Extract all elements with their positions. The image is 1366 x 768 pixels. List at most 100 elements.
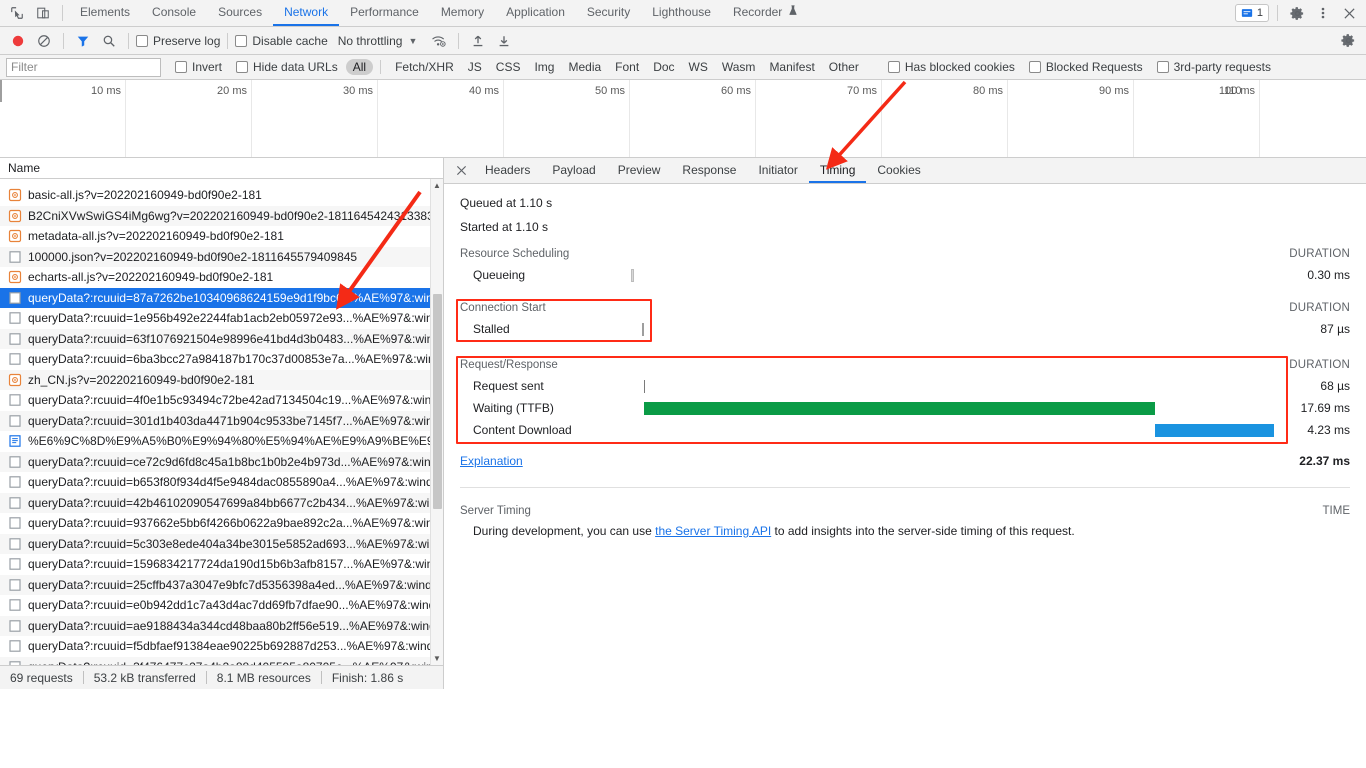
message-badge[interactable]: 1 xyxy=(1235,4,1269,22)
request-row[interactable]: B2CniXVwSwiGS4iMg6wg?v=202202160949-bd0f… xyxy=(0,206,443,227)
network-conditions-icon[interactable] xyxy=(427,30,451,52)
request-row[interactable]: queryData?:rcuuid=937662e5bb6f4266b0622a… xyxy=(0,513,443,534)
request-row[interactable]: queryData?:rcuuid=ce72c9d6fd8c45a1b8bc1b… xyxy=(0,452,443,473)
filter-type-img[interactable]: Img xyxy=(527,59,561,75)
detail-tab-response[interactable]: Response xyxy=(671,158,747,183)
scrollbar-thumb[interactable] xyxy=(433,294,442,509)
request-row[interactable]: queryData?:rcuuid=42b46102090547699a84bb… xyxy=(0,493,443,514)
disable-cache-checkbox[interactable]: Disable cache xyxy=(235,34,327,48)
detail-tab-cookies[interactable]: Cookies xyxy=(866,158,931,183)
request-row[interactable]: queryData?:rcuuid=1596834217724da190d15b… xyxy=(0,554,443,575)
request-row[interactable]: zh_CN.js?v=202202160949-bd0f90e2-181 xyxy=(0,370,443,391)
detail-tab-preview[interactable]: Preview xyxy=(607,158,672,183)
filter-type-other[interactable]: Other xyxy=(822,59,866,75)
request-row[interactable]: queryData?:rcuuid=301d1b403da4471b904c95… xyxy=(0,411,443,432)
request-row[interactable]: queryData?:rcuuid=6ba3bcc27a984187b170c3… xyxy=(0,349,443,370)
request-row[interactable]: queryData?:rcuuid=ae9188434a344cd48baa80… xyxy=(0,616,443,637)
filter-type-manifest[interactable]: Manifest xyxy=(762,59,821,75)
settings-gear-icon[interactable] xyxy=(1336,30,1360,52)
request-list-scrollbar[interactable]: ▲ ▼ xyxy=(430,179,443,665)
tab-console[interactable]: Console xyxy=(141,0,207,26)
record-button[interactable] xyxy=(6,30,30,52)
request-row[interactable]: queryData?:rcuuid=63f1076921504e98996e41… xyxy=(0,329,443,350)
filter-type-fetch-xhr[interactable]: Fetch/XHR xyxy=(388,59,461,75)
timing-group-header: Resource Scheduling DURATION xyxy=(444,244,1366,264)
detail-tab-label: Payload xyxy=(552,163,595,177)
search-button[interactable] xyxy=(97,30,121,52)
device-toolbar-icon[interactable] xyxy=(30,0,56,26)
request-name: zh_CN.js?v=202202160949-bd0f90e2-181 xyxy=(28,373,255,387)
gear-icon[interactable] xyxy=(1284,0,1310,26)
request-name: B2CniXVwSwiGS4iMg6wg?v=202202160949-bd0f… xyxy=(28,209,434,223)
request-name: 100000.json?v=202202160949-bd0f90e2-1811… xyxy=(28,250,357,264)
throttling-select[interactable]: No throttling ▼ xyxy=(338,34,418,48)
clear-button[interactable] xyxy=(32,30,56,52)
tab-lighthouse[interactable]: Lighthouse xyxy=(641,0,722,26)
request-row[interactable]: queryData?:rcuuid=e0b942dd1c7a43d4ac7dd6… xyxy=(0,595,443,616)
filter-button[interactable] xyxy=(71,30,95,52)
detail-tab-timing[interactable]: Timing xyxy=(809,158,867,183)
preserve-log-checkbox[interactable]: Preserve log xyxy=(136,34,220,48)
tab-network[interactable]: Network xyxy=(273,0,339,26)
filter-type-media[interactable]: Media xyxy=(561,59,608,75)
request-row[interactable]: queryData?:rcuuid=1e956b492e2244fab1acb2… xyxy=(0,308,443,329)
scroll-up-arrow[interactable]: ▲ xyxy=(431,179,443,192)
filter-type-js[interactable]: JS xyxy=(461,59,489,75)
close-icon[interactable] xyxy=(1336,0,1362,26)
tab-security[interactable]: Security xyxy=(576,0,641,26)
request-row[interactable]: basic-all.js?v=202202160949-bd0f90e2-181 xyxy=(0,185,443,206)
request-row[interactable]: 100000.json?v=202202160949-bd0f90e2-1811… xyxy=(0,247,443,268)
explanation-link[interactable]: Explanation xyxy=(460,454,523,468)
tab-sources[interactable]: Sources xyxy=(207,0,273,26)
tab-memory[interactable]: Memory xyxy=(430,0,495,26)
server-timing-header: Server Timing TIME xyxy=(444,498,1366,524)
request-row[interactable]: metadata-all.js?v=202202160949-bd0f90e2-… xyxy=(0,226,443,247)
request-row[interactable]: queryData?:rcuuid=4f0e1b5c93494c72be42ad… xyxy=(0,390,443,411)
filter-input[interactable] xyxy=(6,58,161,77)
import-har-button[interactable] xyxy=(466,30,490,52)
request-name: queryData?:rcuuid=63f1076921504e98996e41… xyxy=(28,332,443,346)
filter-type-css[interactable]: CSS xyxy=(489,59,528,75)
inspect-element-icon[interactable] xyxy=(4,0,30,26)
export-har-button[interactable] xyxy=(492,30,516,52)
chevron-down-icon: ▼ xyxy=(408,36,417,46)
request-row[interactable]: queryData?:rcuuid=25cffb437a3047e9bfc7d5… xyxy=(0,575,443,596)
third-party-requests-checkbox[interactable]: 3rd-party requests xyxy=(1157,60,1271,74)
filter-type-wasm[interactable]: Wasm xyxy=(715,59,763,75)
tick-label: 40 ms xyxy=(469,85,499,97)
request-row[interactable]: queryData?:rcuuid=3f476477c27a4b2a88d405… xyxy=(0,657,443,666)
has-blocked-cookies-checkbox[interactable]: Has blocked cookies xyxy=(888,60,1015,74)
detail-tab-headers[interactable]: Headers xyxy=(474,158,541,183)
request-row[interactable]: queryData?:rcuuid=b653f80f934d4f5e9484da… xyxy=(0,472,443,493)
request-row[interactable]: %E6%9C%8D%E9%A5%B0%E9%94%80%E5%94%AE%E9%… xyxy=(0,431,443,452)
network-overview-timeline[interactable]: 10 ms 20 ms 30 ms 40 ms 50 ms 60 ms 70 m… xyxy=(0,80,1366,158)
filter-type-all[interactable]: All xyxy=(346,59,373,75)
server-timing-api-link[interactable]: the Server Timing API xyxy=(655,524,771,538)
request-name: queryData?:rcuuid=301d1b403da4471b904c95… xyxy=(28,414,443,428)
more-vertical-icon[interactable] xyxy=(1310,0,1336,26)
tab-recorder[interactable]: Recorder xyxy=(722,0,809,26)
checkbox-box xyxy=(175,61,187,73)
filter-type-font[interactable]: Font xyxy=(608,59,646,75)
generic-file-icon xyxy=(8,332,22,346)
filter-type-ws[interactable]: WS xyxy=(682,59,715,75)
request-row[interactable]: queryData?:rcuuid=f5dbfaef91384eae90225b… xyxy=(0,636,443,657)
request-row[interactable]: queryData?:rcuuid=87a7262be1034096862415… xyxy=(0,288,443,309)
tab-elements[interactable]: Elements xyxy=(69,0,141,26)
hide-data-urls-checkbox[interactable]: Hide data URLs xyxy=(236,60,338,74)
close-detail-icon[interactable] xyxy=(448,158,474,183)
detail-tab-initiator[interactable]: Initiator xyxy=(747,158,808,183)
server-timing-time-header: TIME xyxy=(1323,505,1350,517)
request-row[interactable]: queryData?:rcuuid=5c303e8ede404a34be3015… xyxy=(0,534,443,555)
scroll-down-arrow[interactable]: ▼ xyxy=(431,652,443,665)
filter-type-doc[interactable]: Doc xyxy=(646,59,681,75)
invert-checkbox[interactable]: Invert xyxy=(175,60,222,74)
tabbar-right-controls: 1 xyxy=(1233,0,1366,26)
detail-tab-payload[interactable]: Payload xyxy=(541,158,606,183)
request-row[interactable]: echarts-all.js?v=202202160949-bd0f90e2-1… xyxy=(0,267,443,288)
generic-file-icon xyxy=(8,619,22,633)
tab-performance[interactable]: Performance xyxy=(339,0,430,26)
request-list[interactable]: basic-all.js?v=202202160949-bd0f90e2-181… xyxy=(0,179,443,665)
blocked-requests-checkbox[interactable]: Blocked Requests xyxy=(1029,60,1143,74)
tab-application[interactable]: Application xyxy=(495,0,576,26)
